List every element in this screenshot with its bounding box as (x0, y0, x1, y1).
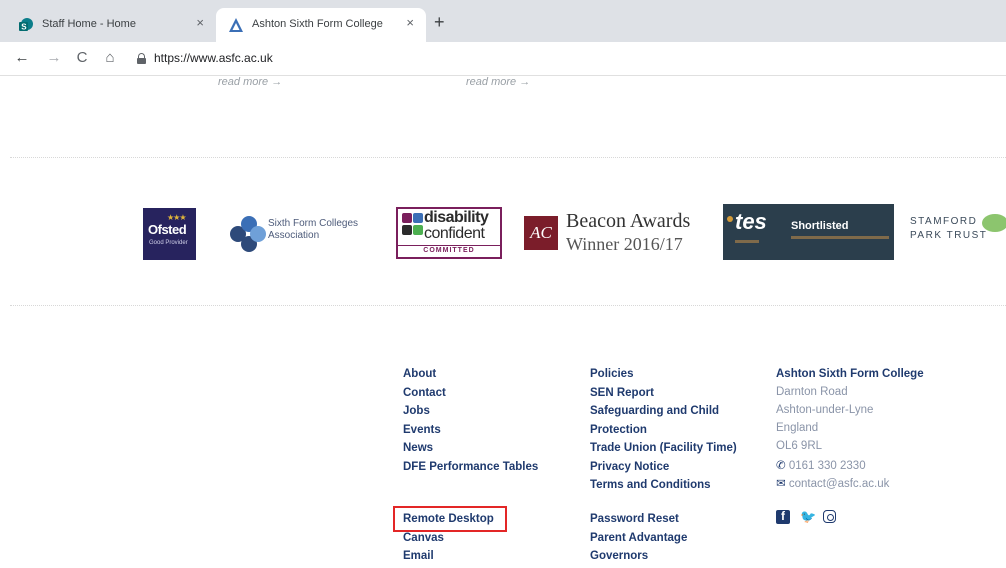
reload-icon[interactable]: C (72, 48, 92, 68)
phone-row[interactable]: ✆ 0161 330 2330 (776, 458, 866, 472)
home-icon[interactable]: ⌂ (100, 48, 120, 68)
browser-toolbar: ← → C ⌂ https://www.asfc.ac.uk (0, 42, 1006, 76)
footer-link-safeguarding-cont[interactable]: Protection (590, 424, 647, 436)
footer-link-terms[interactable]: Terms and Conditions (590, 479, 711, 491)
tes-shortlisted-logo[interactable]: tes Shortlisted (723, 204, 894, 260)
hex-shape-icon (250, 226, 266, 242)
beacon-title: Beacon Awards (566, 210, 691, 232)
ofsted-rating: Good Provider (149, 240, 188, 246)
facebook-icon[interactable]: f (776, 509, 790, 524)
tab-title: Staff Home - Home (42, 18, 136, 30)
logo-square-icon (402, 225, 412, 235)
footer-link-contact[interactable]: Contact (403, 387, 446, 399)
lock-icon[interactable] (137, 53, 146, 64)
committed-bar: COMMITTED (398, 245, 500, 257)
footer-link-jobs[interactable]: Jobs (403, 405, 430, 417)
footer-link-trade-union[interactable]: Trade Union (Facility Time) (590, 442, 737, 454)
address-line: Darnton Road (776, 386, 848, 398)
ofsted-name: Ofsted (148, 222, 187, 237)
read-more-link[interactable]: read more → (218, 76, 282, 88)
sfca-logo[interactable]: Sixth Form Colleges Association (230, 212, 370, 256)
new-tab-button[interactable]: + (434, 13, 445, 31)
twitter-icon[interactable]: 🐦 (800, 510, 816, 524)
phone-number: 0161 330 2330 (788, 460, 866, 472)
footer-link-email[interactable]: Email (403, 550, 434, 562)
tab-close-icon[interactable]: × (406, 16, 414, 30)
tab-ashton[interactable]: Ashton Sixth Form College × (216, 8, 426, 42)
back-icon[interactable]: ← (12, 48, 32, 68)
tes-shortlisted-label: Shortlisted (791, 220, 849, 232)
remote-desktop-highlight (393, 506, 507, 532)
tab-staff-home[interactable]: S Staff Home - Home × (6, 8, 216, 42)
envelope-icon: ✉ (776, 478, 786, 490)
forward-icon[interactable]: → (44, 48, 64, 68)
footer-link-safeguarding[interactable]: Safeguarding and Child (590, 405, 719, 417)
read-more-link[interactable]: read more → (466, 76, 530, 88)
beacon-mark-icon: AC (524, 216, 558, 250)
footer-link-events[interactable]: Events (403, 424, 441, 436)
sharepoint-icon: S (19, 18, 33, 32)
divider (10, 157, 1006, 158)
footer-link-canvas[interactable]: Canvas (403, 532, 444, 544)
stamford-line1: STAMFORD (910, 216, 978, 227)
email-address: contact@asfc.ac.uk (788, 478, 890, 490)
sfca-line2: Association (268, 230, 320, 241)
beacon-awards-logo[interactable]: AC Beacon Awards Winner 2016/17 (524, 210, 704, 256)
tab-title: Ashton Sixth Form College (252, 18, 383, 30)
tes-bug-icon (727, 216, 733, 222)
ofsted-stars: ★★★ (167, 213, 186, 222)
footer-link-news[interactable]: News (403, 442, 433, 454)
college-favicon-icon (229, 18, 243, 32)
logo-square-icon (413, 213, 423, 223)
stamford-park-trust-logo[interactable]: STAMFORD PARK TRUST (910, 214, 1006, 254)
disability-confident-logo[interactable]: disability confident COMMITTED (396, 207, 502, 259)
address-bar[interactable]: https://www.asfc.ac.uk (154, 51, 273, 65)
phone-icon: ✆ (776, 460, 786, 472)
tes-fine-print (791, 236, 889, 239)
confident-word: confident (424, 225, 485, 242)
divider (10, 305, 1006, 306)
logo-square-icon (413, 225, 423, 235)
beacon-subtitle: Winner 2016/17 (566, 234, 683, 254)
footer-link-dfe-performance[interactable]: DFE Performance Tables (403, 461, 538, 473)
tes-fine-print (735, 240, 759, 243)
address-line: England (776, 422, 819, 434)
tab-close-icon[interactable]: × (196, 16, 204, 30)
footer-link-password-reset[interactable]: Password Reset (590, 513, 679, 525)
footer-link-privacy-notice[interactable]: Privacy Notice (590, 461, 669, 473)
email-row[interactable]: ✉ contact@asfc.ac.uk (776, 476, 889, 490)
footer-link-policies[interactable]: Policies (590, 368, 633, 380)
instagram-icon[interactable] (823, 510, 836, 523)
college-name: Ashton Sixth Form College (776, 368, 924, 380)
browser-tab-strip: S Staff Home - Home × Ashton Sixth Form … (0, 0, 1006, 42)
tes-brand: tes (735, 209, 767, 234)
footer-link-about[interactable]: About (403, 368, 436, 380)
committed-label: COMMITTED (423, 247, 475, 254)
sfca-line1: Sixth Form Colleges (268, 218, 359, 229)
ofsted-logo[interactable]: ★★★ Ofsted Good Provider (143, 208, 196, 260)
address-line: Ashton-under-Lyne (776, 404, 874, 416)
footer-link-parent-advantage[interactable]: Parent Advantage (590, 532, 687, 544)
footer-link-sen-report[interactable]: SEN Report (590, 387, 654, 399)
svg-text:S: S (21, 23, 27, 32)
footer-link-governors[interactable]: Governors (590, 550, 648, 562)
stamford-line2: PARK TRUST (910, 230, 988, 241)
address-line: OL6 9RL (776, 440, 823, 452)
logo-square-icon (402, 213, 412, 223)
